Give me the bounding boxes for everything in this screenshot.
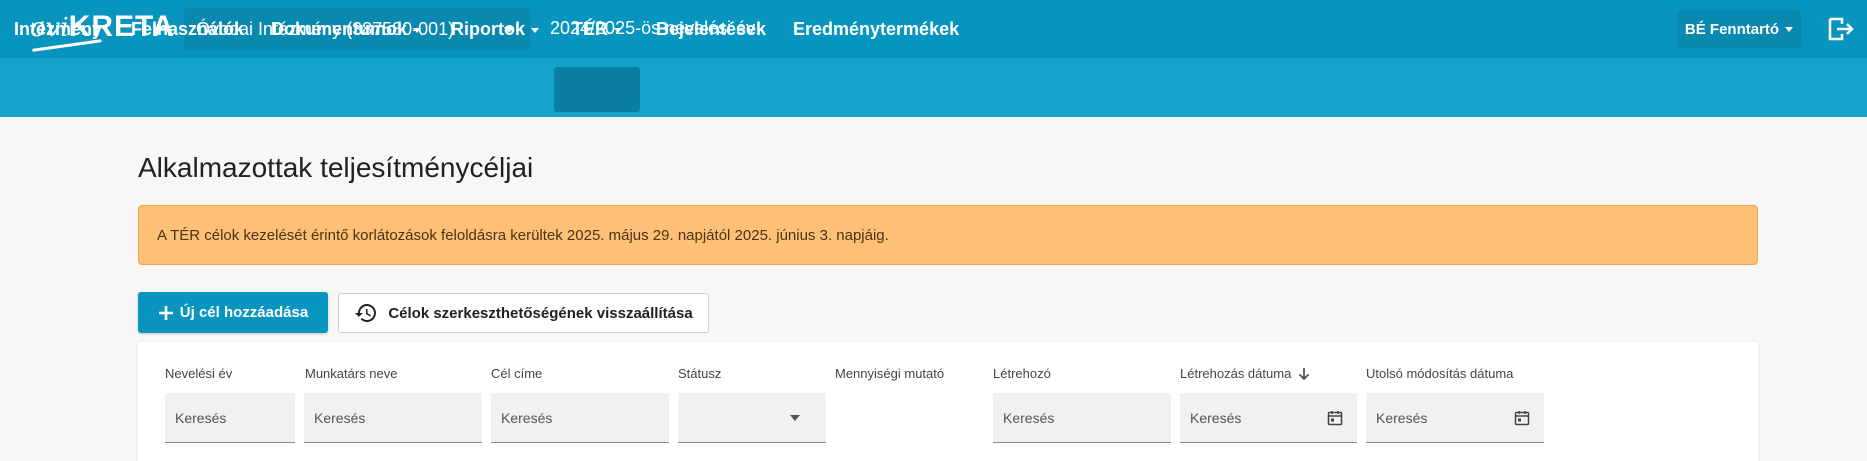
filter-placeholder: Keresés <box>1003 409 1055 426</box>
col-header-letrehozas-datuma[interactable]: Létrehozás dátuma <box>1180 366 1311 381</box>
nav-item-bejelentesek[interactable]: Bejelentések <box>656 0 766 59</box>
col-header-label: Létrehozás dátuma <box>1180 366 1292 381</box>
nav-item-riportok[interactable]: Riportok <box>451 0 539 59</box>
filter-placeholder: Keresés <box>314 409 366 426</box>
col-header-nevelesi-ev[interactable]: Nevelési év <box>165 366 232 381</box>
arrow-down-icon <box>1299 367 1310 380</box>
restore-editability-button[interactable]: Célok szerkeszthetőségének visszaállítás… <box>338 293 709 333</box>
nav-label: Intézmény <box>14 19 103 39</box>
nav-item-intezmeny[interactable]: Intézmény <box>14 0 102 59</box>
col-header-label: Munkatárs neve <box>305 366 398 381</box>
col-header-utolso-modositas[interactable]: Utolsó módosítás dátuma <box>1366 366 1513 381</box>
col-header-cel-cime[interactable]: Cél címe <box>491 366 542 381</box>
filter-placeholder: Keresés <box>1190 409 1242 426</box>
col-header-label: Nevelési év <box>165 366 233 381</box>
user-menu-button[interactable]: BÉ Fenntartó <box>1677 10 1801 48</box>
caret-down-icon <box>1785 26 1794 32</box>
col-header-label: Utolsó módosítás dátuma <box>1366 366 1514 381</box>
col-header-label: Cél címe <box>491 366 543 381</box>
nav-label: Felhasználók <box>131 19 245 39</box>
page-title: Alkalmazottak teljesítménycéljai <box>138 152 534 183</box>
caret-down-icon <box>531 28 539 33</box>
calendar-icon[interactable] <box>1327 410 1343 426</box>
filter-nevelesi-ev[interactable]: Keresés <box>165 393 295 443</box>
filter-utolso-modositas[interactable]: Keresés <box>1366 393 1544 443</box>
user-menu-label: BÉ Fenntartó <box>1684 20 1780 38</box>
alert-text: A TÉR célok kezelését érintő korlátozáso… <box>157 226 889 244</box>
nav-item-dokumentumok[interactable]: Dokumentumok <box>271 0 422 59</box>
filter-cel-cime[interactable]: Keresés <box>491 393 669 443</box>
nav-item-ter[interactable]: TÉR <box>572 0 622 59</box>
nav-label: TÉR <box>572 19 608 39</box>
restore-editability-label: Célok szerkeszthetőségének visszaállítás… <box>388 304 693 322</box>
nav-label: Eredménytermékek <box>793 19 960 39</box>
history-icon <box>355 304 377 322</box>
add-goal-label: Új cél hozzáadása <box>179 304 309 321</box>
col-header-label: Státusz <box>678 366 722 381</box>
plus-icon <box>158 305 173 320</box>
nav-item-eredmenytermekek[interactable]: Eredménytermékek <box>793 0 959 59</box>
filter-statusz-select[interactable] <box>678 393 826 443</box>
chevron-down-icon <box>790 415 800 421</box>
filter-letrehozo[interactable]: Keresés <box>993 393 1171 443</box>
main-nav <box>0 58 1867 117</box>
calendar-icon[interactable] <box>1514 410 1530 426</box>
filter-letrehozas-datuma[interactable]: Keresés <box>1180 393 1357 443</box>
nav-active-highlight <box>554 67 640 112</box>
caret-down-icon <box>413 28 422 33</box>
filter-placeholder: Keresés <box>1376 409 1428 426</box>
nav-label: Bejelentések <box>656 19 767 39</box>
filter-placeholder: Keresés <box>175 409 227 426</box>
col-header-letrehozo[interactable]: Létrehozó <box>993 366 1051 381</box>
nav-label: Riportok <box>451 19 525 39</box>
nav-item-felhasznalok[interactable]: Felhasználók <box>131 0 244 59</box>
col-header-statusz[interactable]: Státusz <box>678 366 721 381</box>
info-alert: A TÉR célok kezelését érintő korlátozáso… <box>138 205 1758 265</box>
col-header-label: Létrehozó <box>993 366 1051 381</box>
filter-placeholder: Keresés <box>501 409 553 426</box>
caret-down-icon <box>614 28 622 33</box>
filter-munkatars-neve[interactable]: Keresés <box>304 393 482 443</box>
logout-icon[interactable] <box>1826 15 1854 43</box>
col-header-munkatars-neve[interactable]: Munkatárs neve <box>305 366 398 381</box>
add-goal-button[interactable]: Új cél hozzáadása <box>138 292 328 333</box>
col-header-mennyisegi-mutato[interactable]: Mennyiségi mutató <box>835 366 944 381</box>
nav-label: Dokumentumok <box>271 19 408 39</box>
col-header-label: Mennyiségi mutató <box>835 366 945 381</box>
